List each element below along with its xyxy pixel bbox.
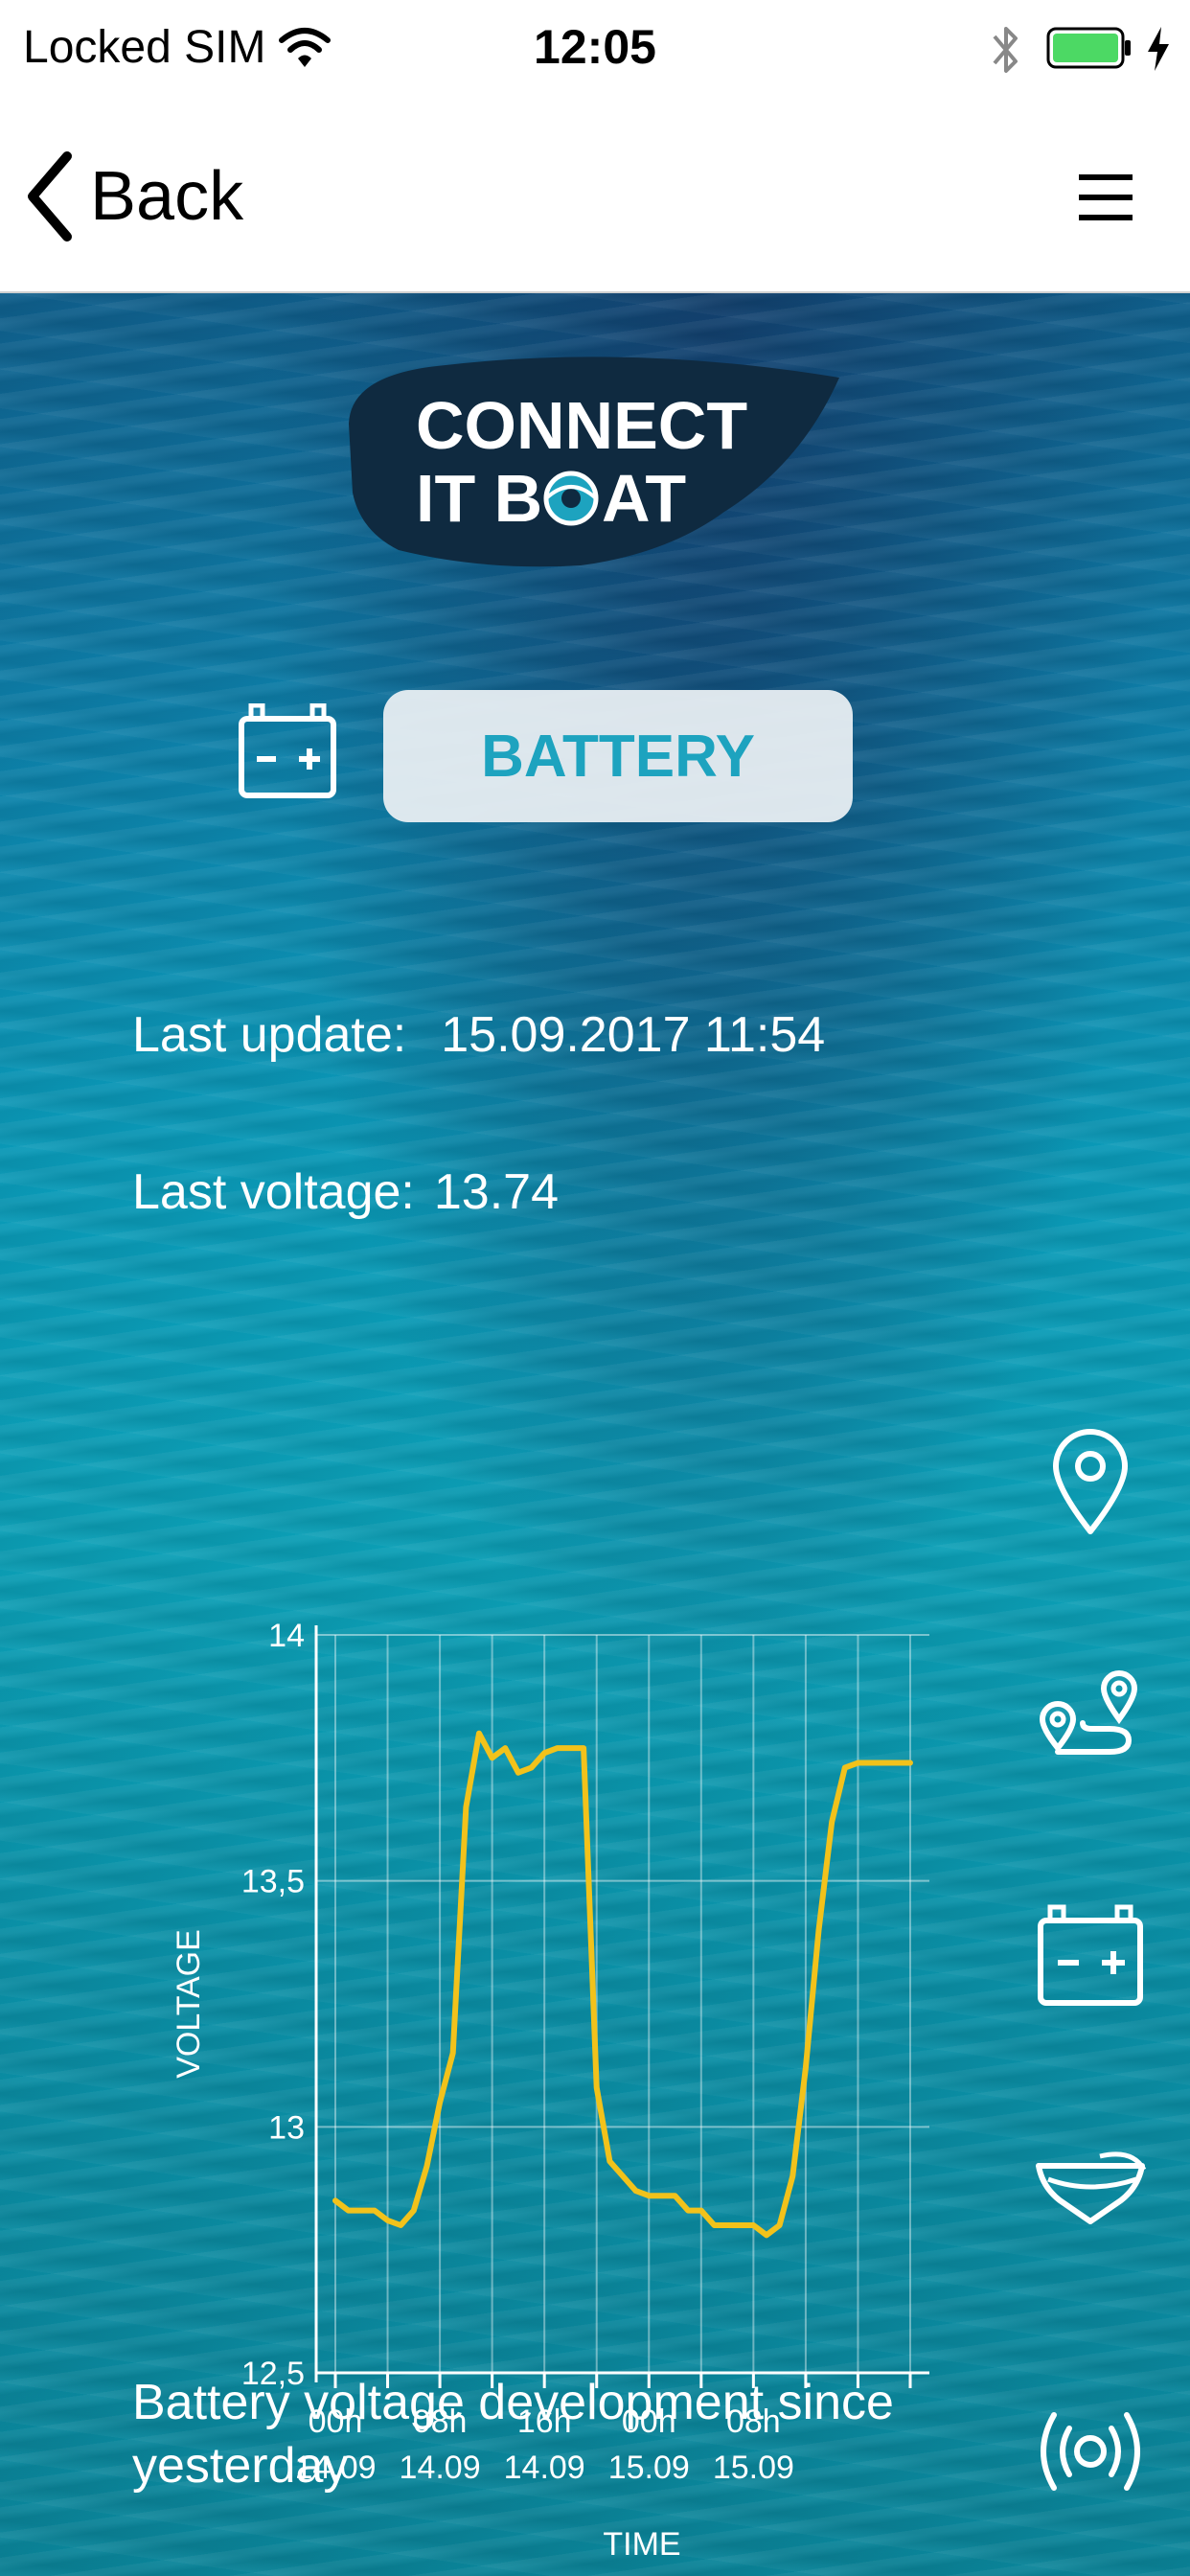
back-button[interactable]: Back (23, 144, 243, 249)
hamburger-menu-icon[interactable] (1075, 167, 1136, 228)
battery-level-icon (1046, 27, 1131, 69)
x-axis-label: TIME (603, 2526, 680, 2563)
connect-it-boat-logo: CONNECT IT B AT (349, 356, 839, 567)
boat-hull-button[interactable] (1033, 2128, 1148, 2242)
last-update-label: Last update: (132, 1007, 407, 1063)
content-area: CONNECT IT B AT BATTERY Last update: 15.0… (0, 293, 1190, 2576)
charging-icon (1148, 27, 1169, 71)
route-icon (1039, 1670, 1138, 1755)
location-pin-button[interactable] (1033, 1424, 1148, 1539)
y-tick-label: 14 (268, 1618, 305, 1654)
y-tick-label: 13,5 (241, 1864, 305, 1900)
last-voltage-label: Last voltage: (132, 1164, 415, 1220)
last-voltage-value: 13.74 (433, 1164, 560, 1220)
signal-icon (1041, 2412, 1140, 2491)
page-title: BATTERY (383, 690, 853, 822)
route-button[interactable] (1033, 1660, 1148, 1775)
last-voltage-row: Last voltage: 13.74 (132, 1163, 559, 1221)
last-update-value: 15.09.2017 11:54 (441, 1007, 826, 1063)
navigation-bar: Back (0, 104, 1190, 293)
battery-button[interactable] (1033, 1898, 1148, 2012)
battery-icon (239, 703, 336, 798)
boat-hull-icon (1036, 2151, 1147, 2224)
y-axis-label: VOLTAGE (171, 1929, 207, 2079)
bluetooth-icon (993, 27, 1018, 73)
battery-icon (1038, 1904, 1143, 2006)
y-tick-label: 13 (268, 2109, 305, 2146)
voltage-series-line (332, 1730, 913, 2239)
back-label: Back (90, 158, 244, 235)
last-update-row: Last update: 15.09.2017 11:54 (132, 1006, 825, 1064)
logo-line2-b: AT (602, 461, 686, 536)
chart-caption: Battery voltage development since yester… (132, 2375, 894, 2494)
logo-line2-a: IT B (416, 461, 542, 536)
chevron-left-icon (28, 151, 72, 242)
location-pin-icon (1053, 1429, 1128, 1534)
status-bar: Locked SIM 12:05 (0, 0, 1190, 104)
logo-wheel-icon (543, 471, 599, 526)
logo-line1: CONNECT (416, 388, 747, 463)
signal-button[interactable] (1033, 2394, 1148, 2509)
